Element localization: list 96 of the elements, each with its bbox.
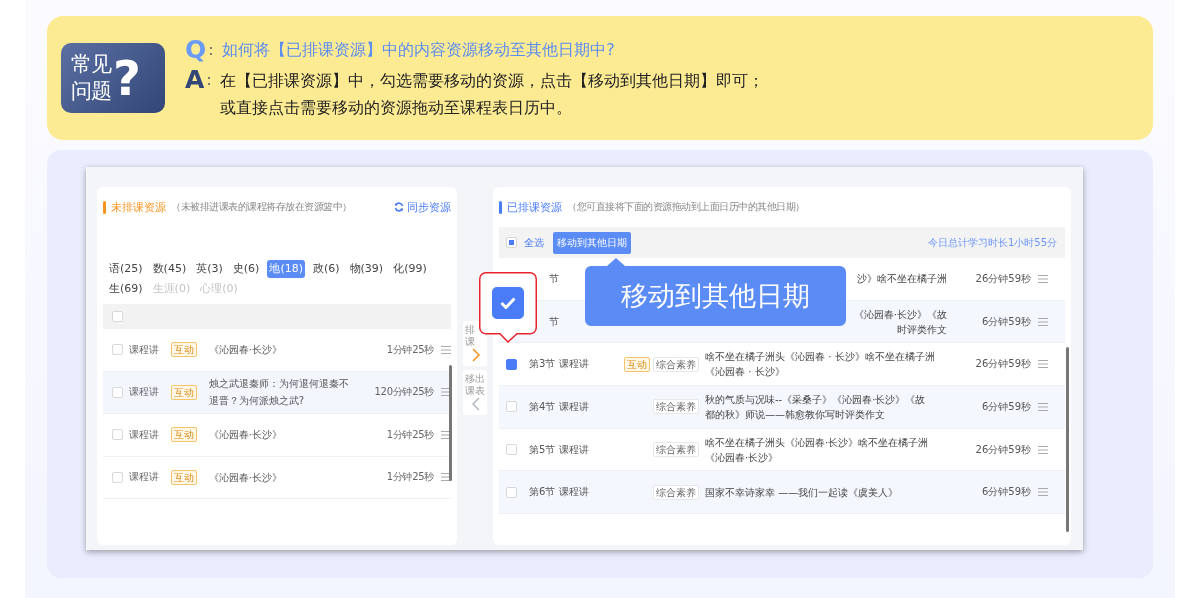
panel-hint: （未被排进课表的课程将存放在资源篮中）	[171, 200, 352, 214]
badge-text: 常见	[71, 51, 111, 78]
duration: 120分钟25秒	[373, 385, 434, 400]
lesson-title: 国家不幸诗家幸 ——我们一起读《虞美人》	[705, 485, 900, 500]
lesson-title: 啥不坐在橘子洲头《沁园春 · 长沙》啥不坐在橘子洲	[705, 350, 936, 365]
panel-title: 未排课资源	[111, 199, 166, 215]
chevron-left-icon	[471, 397, 481, 411]
resource-type: 课程讲	[128, 470, 160, 485]
duration: 6分钟59秒	[980, 314, 1031, 329]
resource-row[interactable]: 课程讲 互动 烛之武退秦师：为何退何退秦不退晋？为何派烛之武? 120分钟25秒	[103, 371, 451, 414]
lesson-title: 都的秋》师说——韩愈教你写时评类作文	[705, 407, 886, 422]
resource-type: 课程讲	[559, 358, 589, 370]
lesson-number: 节	[549, 272, 559, 284]
drag-handle-icon[interactable]	[441, 473, 451, 482]
duration: 26分钟59秒	[974, 442, 1031, 457]
resource-title: 《沁园春·长沙》	[208, 470, 283, 485]
scrollbar[interactable]	[449, 365, 452, 481]
answer-text: 或直接点击需要移动的资源拖动至课程表日历中。	[220, 97, 574, 119]
question-label: Q	[185, 36, 207, 64]
subject-tab[interactable]: 政(6)	[310, 260, 342, 278]
drag-handle-icon[interactable]	[441, 430, 451, 439]
resource-type: 课程讲	[128, 342, 160, 357]
separator: :	[205, 69, 213, 91]
drag-handle-icon[interactable]	[1038, 360, 1048, 369]
interactive-tag: 互动	[170, 427, 197, 443]
drag-handle-icon[interactable]	[1038, 317, 1048, 326]
check-icon	[500, 297, 516, 309]
lesson-title: 秋的气质与况味--《采桑子》《沁园春·长沙》《故	[705, 392, 927, 407]
subject-tab[interactable]: 数(45)	[150, 260, 189, 278]
category-tag: 综合素养	[653, 484, 699, 500]
total-duration: 今日总计学习时长1小时55分	[927, 235, 1057, 250]
subject-tab[interactable]: 语(25)	[107, 260, 145, 278]
question-mark: ?	[113, 54, 141, 102]
resource-type: 课程讲	[559, 400, 589, 412]
lesson-row[interactable]: 第6节 课程讲 综合素养 国家不幸诗家幸 ——我们一起读《虞美人》 6分钟59秒	[499, 471, 1065, 515]
resource-type: 课程讲	[559, 443, 589, 455]
resource-title: 烛之武退秦师：为何退何退秦不退晋？为何派烛之武?	[208, 377, 350, 409]
resource-row[interactable]: 课程讲 互动 《沁园春·长沙》 1分钟25秒	[103, 329, 451, 372]
question-text: 如何将【已排课资源】中的内容资源移动至其他日期中?	[222, 39, 615, 61]
lesson-title: 啥不坐在橘子洲头《沁园春·长沙》啥不坐在橘子洲	[705, 435, 930, 450]
lesson-title: 《沁园春·长沙》	[705, 450, 780, 465]
resource-type: 课程讲	[128, 385, 160, 400]
interactive-tag: 互动	[170, 342, 197, 358]
lesson-number: 第5节	[529, 443, 556, 455]
checkbox[interactable]	[492, 287, 524, 319]
subject-tab[interactable]: 生(69)	[107, 280, 145, 298]
lesson-number: 第6节	[529, 486, 556, 498]
checkbox[interactable]	[506, 358, 517, 370]
subject-tab[interactable]: 史(6)	[230, 260, 262, 278]
lesson-title: 《沁园春 · 长沙》	[705, 365, 786, 380]
separator: :	[207, 39, 215, 61]
drag-handle-icon[interactable]	[1038, 445, 1048, 454]
lesson-title: 沙》啥不坐在橘子洲	[857, 272, 947, 287]
lesson-title: 时评类作文	[897, 322, 947, 337]
resource-title: 《沁园春·长沙》	[208, 343, 283, 358]
drag-handle-icon[interactable]	[441, 345, 451, 354]
answer-label: A	[185, 66, 205, 94]
drag-handle-icon[interactable]	[1038, 488, 1048, 497]
interactive-tag: 互动	[170, 384, 197, 400]
panel-hint: （您可直接将下面的资源拖动到上面日历中的其他日期）	[567, 200, 805, 214]
lesson-number: 第4节	[529, 400, 556, 412]
lesson-title: 《沁园春·长沙》《故	[853, 307, 947, 322]
panel-title: 已排课资源	[507, 199, 562, 215]
drag-handle-icon[interactable]	[441, 388, 451, 397]
interactive-tag: 互动	[624, 356, 650, 372]
resource-title: 《沁园春·长沙》	[208, 428, 283, 443]
subject-tab[interactable]: 物(39)	[347, 260, 386, 278]
lesson-number: 第3节	[529, 358, 556, 370]
resource-type: 课程讲	[128, 427, 160, 442]
resource-type: 课程讲	[559, 486, 589, 498]
scrollbar[interactable]	[1066, 347, 1069, 532]
drag-handle-icon[interactable]	[1038, 402, 1048, 411]
category-tag: 综合素养	[653, 442, 699, 458]
select-all-checkbox[interactable]	[506, 237, 517, 248]
lesson-number: 节	[549, 315, 559, 327]
duration: 1分钟25秒	[385, 342, 434, 357]
resource-row[interactable]: 课程讲 互动 《沁园春·长沙》 1分钟25秒	[103, 456, 451, 499]
duration: 1分钟25秒	[385, 427, 434, 442]
select-all-label[interactable]: 全选	[524, 235, 544, 250]
subject-tab[interactable]: 化(99)	[391, 260, 429, 278]
category-tag: 综合素养	[653, 399, 699, 415]
chevron-right-icon	[471, 348, 481, 362]
badge-text: 问题	[71, 78, 111, 105]
refresh-icon	[394, 202, 404, 212]
answer-text: 在【已排课资源】中，勾选需要移动的资源，点击【移动到其他日期】即可；	[220, 70, 765, 92]
duration: 1分钟25秒	[385, 470, 434, 485]
category-tag: 综合素养	[653, 356, 699, 372]
tooltip: 移动到其他日期	[585, 258, 846, 326]
duration: 26分钟59秒	[974, 271, 1031, 286]
duration: 6分钟59秒	[980, 485, 1031, 500]
duration: 6分钟59秒	[980, 399, 1031, 414]
sync-button[interactable]: 同步资源	[394, 199, 451, 215]
subject-tab[interactable]: 英(3)	[194, 260, 225, 278]
interactive-tag: 互动	[170, 469, 197, 485]
drag-handle-icon[interactable]	[1038, 274, 1048, 283]
duration: 26分钟59秒	[974, 357, 1031, 372]
